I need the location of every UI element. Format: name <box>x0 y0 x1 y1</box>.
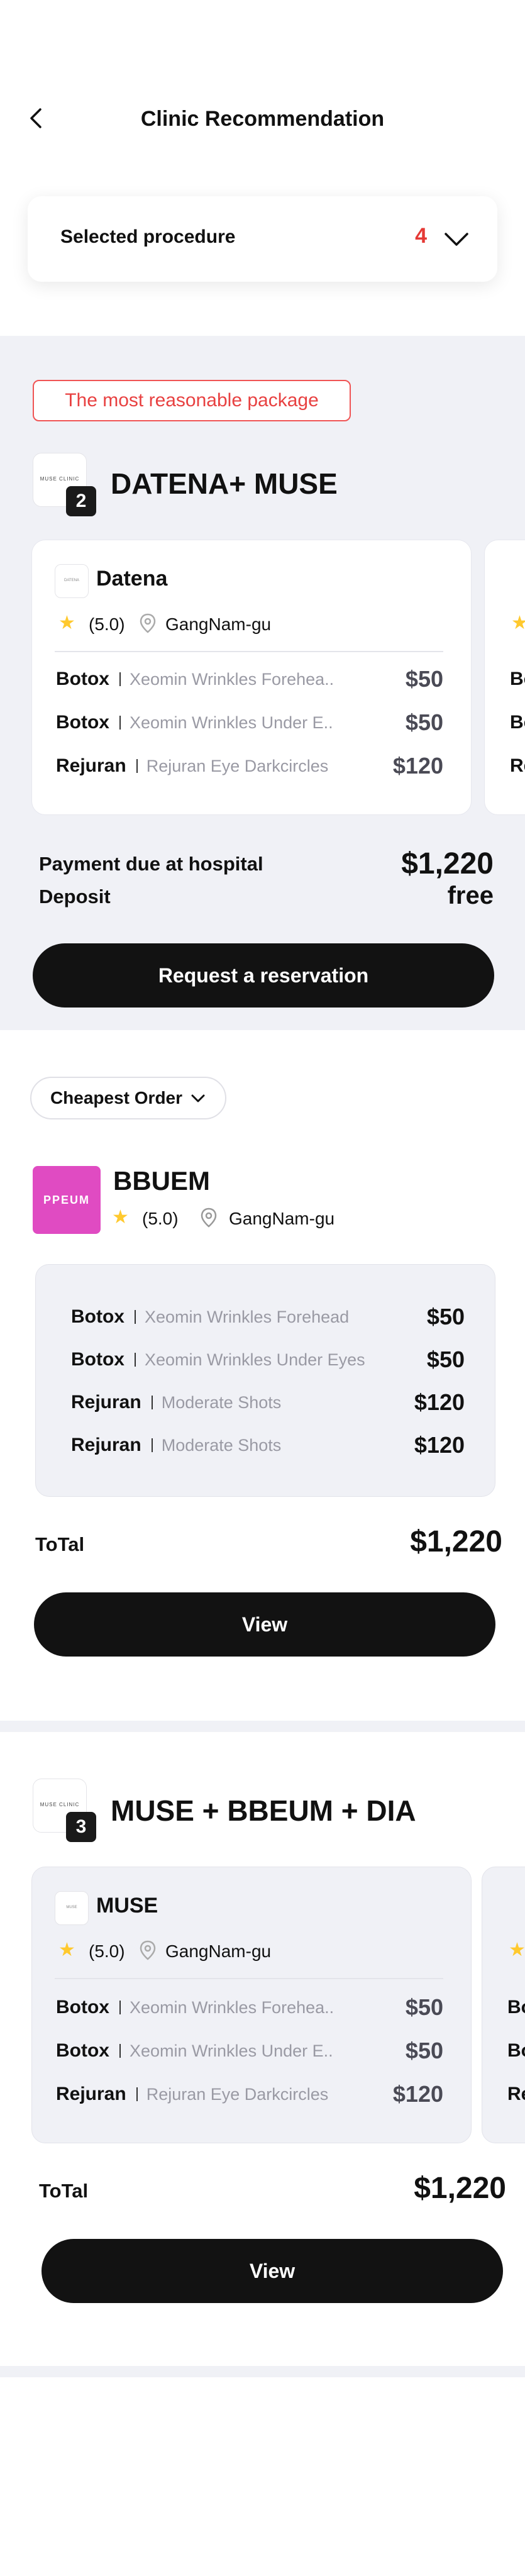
clinic-location: GangNam-gu <box>229 1209 335 1228</box>
card-divider <box>55 1978 443 1979</box>
treatment-row: Botox Xeomin Wrinkles Forehea.. <box>56 1997 334 2018</box>
treatment-row: Botox Xeomin Wrinkles Under Eyes <box>71 1349 365 1370</box>
clinic-logo-text: MUSE CLINIC <box>40 1802 80 1807</box>
treatment-row: Bo <box>507 2040 525 2061</box>
page-title: Clinic Recommendation <box>140 107 385 131</box>
view-button[interactable]: View <box>34 1592 495 1657</box>
payment-due-value: $1,220 <box>401 847 494 880</box>
treatment-row: Rejuran Moderate Shots <box>71 1392 282 1413</box>
view-button[interactable]: View <box>41 2239 503 2303</box>
chevron-down-icon <box>191 1094 205 1102</box>
clinic-location: GangNam-gu <box>165 1941 272 1961</box>
treatment-row: Re <box>507 2084 525 2104</box>
clinic-logo: MUSE <box>55 1891 89 1925</box>
total-label: ToTal <box>35 1533 85 1555</box>
star-icon: ★ <box>511 612 525 634</box>
treatment-price: $50 <box>405 666 443 692</box>
deposit-value: free <box>447 882 494 909</box>
card-divider <box>55 651 443 652</box>
treatment-row: Botox Xeomin Wrinkles Forehead <box>71 1306 350 1327</box>
clinic-logo: DATENA <box>55 564 89 598</box>
treatment-row: Bo <box>510 712 525 733</box>
treatment-price: $50 <box>426 1346 465 1372</box>
treatment-price: $50 <box>426 1304 465 1330</box>
treatment-name: Botox <box>56 712 109 733</box>
sort-order-label: Cheapest Order <box>50 1088 183 1108</box>
package-title: DATENA+ MUSE <box>111 467 338 500</box>
clinic-logo-text: MUSE CLINIC <box>40 476 80 482</box>
treatment-row: Botox Xeomin Wrinkles Under E.. <box>56 712 333 737</box>
section-divider <box>0 2366 525 2377</box>
treatment-price: $50 <box>405 709 443 735</box>
treatment-row: Botox Xeomin Wrinkles Under E.. <box>56 2040 333 2061</box>
clinic-logo: PPEUM <box>33 1166 101 1234</box>
treatment-row: Re <box>510 755 525 776</box>
package-title: MUSE + BBEUM + DIA <box>111 1794 416 1827</box>
selected-procedure-label: Selected procedure <box>60 226 236 247</box>
package-logo: MUSE CLINIC 2 <box>33 453 96 516</box>
treatment-price: $120 <box>392 753 443 779</box>
treatment-row: Bo <box>507 1997 525 2018</box>
star-icon: ★ <box>58 613 75 633</box>
treatment-description: Xeomin Wrinkles Under E.. <box>130 713 333 732</box>
treatment-list-card: Botox Xeomin Wrinkles Forehead $50 Botox X… <box>35 1264 495 1497</box>
clinic-name: MUSE <box>96 1894 158 1918</box>
clinic-location: GangNam-gu <box>165 614 272 634</box>
star-icon: ★ <box>112 1207 129 1228</box>
clinic-card-next[interactable]: ★ Bo Bo Re <box>482 1867 525 2143</box>
treatment-row: Rejuran Moderate Shots <box>71 1435 282 1455</box>
package-logo: MUSE CLINIC 3 <box>33 1779 96 1842</box>
package-clinic-count: 2 <box>66 486 96 516</box>
selected-procedure-count: 4 <box>415 224 427 248</box>
treatment-name: Rejuran <box>56 755 126 776</box>
star-icon: ★ <box>58 1940 75 1960</box>
treatment-row: Rejuran Rejuran Eye Darkcircles <box>56 755 328 780</box>
treatment-price: $120 <box>392 2081 443 2107</box>
clinic-card-next[interactable]: ★ Bo Bo Re <box>484 540 525 815</box>
location-pin-icon <box>201 1208 217 1228</box>
clinic-rating: (5.0) <box>142 1209 179 1228</box>
payment-due-label: Payment due at hospital <box>39 853 263 875</box>
treatment-row: Bo <box>510 669 525 689</box>
clinic-rating: (5.0) <box>89 1941 125 1961</box>
deposit-label: Deposit <box>39 886 111 908</box>
clinic-rating: (5.0) <box>89 614 125 634</box>
selected-procedure-dropdown[interactable]: Selected procedure 4 <box>28 196 497 282</box>
treatment-price: $50 <box>405 1994 443 2020</box>
treatment-price: $50 <box>405 2038 443 2063</box>
best-package-badge: The most reasonable package <box>33 380 351 421</box>
clinic-card-muse[interactable]: MUSE MUSE ★ (5.0) GangNam-gu Botox Xeomin… <box>31 1867 472 2143</box>
treatment-price: $120 <box>414 1389 465 1415</box>
sort-order-dropdown[interactable]: Cheapest Order <box>30 1077 226 1119</box>
clinic-name: Datena <box>96 567 168 591</box>
request-reservation-button[interactable]: Request a reservation <box>33 943 494 1008</box>
treatment-description: Xeomin Wrinkles Forehea.. <box>130 670 334 689</box>
clinic-card-datena[interactable]: DATENA Datena ★ (5.0) GangNam-gu Botox Xe… <box>31 540 472 815</box>
package-clinic-count: 3 <box>66 1812 96 1842</box>
total-value: $1,220 <box>410 1525 502 1558</box>
location-pin-icon <box>140 613 156 633</box>
treatment-name: Botox <box>56 669 109 689</box>
section-divider <box>0 1721 525 1732</box>
total-label: ToTal <box>39 2180 89 2202</box>
treatment-description: Rejuran Eye Darkcircles <box>146 757 329 775</box>
treatment-row: Rejuran Rejuran Eye Darkcircles <box>56 2084 329 2104</box>
total-value: $1,220 <box>414 2172 506 2205</box>
chevron-down-icon[interactable] <box>443 226 470 253</box>
treatment-row: Botox Xeomin Wrinkles Forehea.. <box>56 669 334 694</box>
header-bar: Clinic Recommendation <box>0 94 525 145</box>
location-pin-icon <box>140 1940 156 1960</box>
star-icon: ★ <box>509 1940 525 1960</box>
treatment-price: $120 <box>414 1432 465 1458</box>
clinic-name: BBUEM <box>113 1166 210 1196</box>
